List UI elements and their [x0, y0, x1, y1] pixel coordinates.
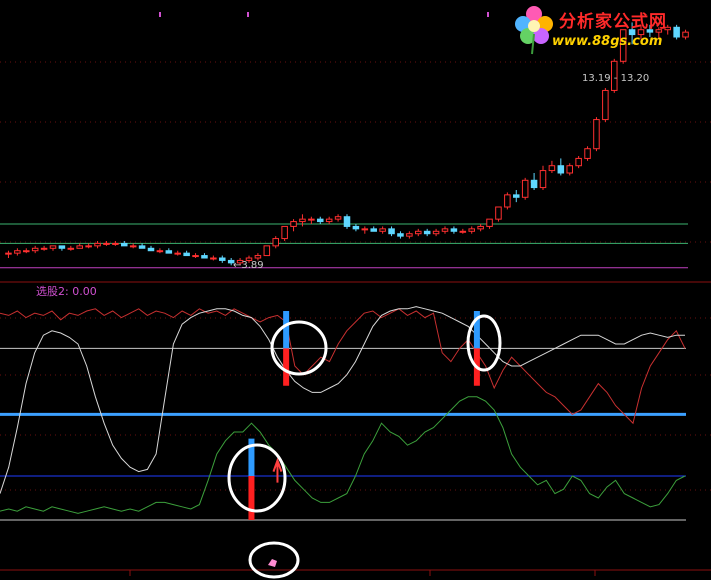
candle-body: [352, 225, 360, 230]
candle-body: [219, 257, 226, 261]
candle-body: [165, 250, 173, 254]
candle-body: [58, 245, 66, 249]
candle-body: [40, 247, 48, 250]
candle-body: [521, 179, 529, 198]
candle-body: [370, 228, 377, 232]
candle-body: [5, 252, 12, 255]
candle-body: [602, 89, 609, 121]
candle-body: [23, 250, 30, 253]
candle-body: [31, 247, 39, 252]
flower-icon: [515, 6, 553, 55]
candle-body: [112, 242, 119, 245]
candle-body: [486, 218, 493, 227]
pink-gem-icon: [268, 559, 277, 567]
candle-body: [513, 194, 520, 198]
candle-body: [299, 218, 306, 223]
candle-body: [281, 225, 288, 240]
candle-body: [361, 228, 369, 231]
watermark-name: 分析家公式网: [559, 12, 667, 32]
candle-body: [85, 245, 92, 248]
candle-body: [593, 119, 600, 150]
candle-body: [406, 233, 413, 237]
candle-body: [415, 230, 422, 235]
candle-body: [94, 242, 101, 247]
candle-body: [450, 228, 458, 232]
candle-body: [192, 255, 199, 258]
candle-body: [210, 257, 217, 260]
candle-body: [548, 165, 556, 172]
candle-body: [201, 255, 208, 259]
candle-body: [325, 218, 333, 223]
candle-body: [263, 245, 271, 257]
indicator-panel: [0, 306, 686, 521]
candle-body: [156, 250, 164, 253]
candle-body: [495, 206, 502, 220]
candle-body: [504, 194, 511, 208]
candle-body: [272, 238, 279, 247]
time-range-label: 13.19 - 13.20: [582, 73, 650, 84]
indicator-title: 选股2: 0.00: [36, 285, 97, 298]
candle-body: [334, 216, 342, 220]
candle-body: [147, 247, 155, 252]
candle-body: [539, 170, 547, 189]
candle-body: [388, 228, 395, 235]
candle-body: [67, 247, 75, 250]
candle-body: [174, 252, 181, 255]
candle-body: [290, 221, 297, 227]
up-arrow-icon: [272, 457, 283, 483]
candle-body: [397, 233, 404, 237]
low-price-label: ←3.89: [233, 260, 264, 271]
candle-body: [308, 218, 315, 221]
candle-body: [317, 218, 324, 223]
candle-body: [459, 230, 467, 233]
candle-body: [343, 216, 351, 227]
low-price-value: 3.89: [241, 260, 264, 271]
watermark-url: www.88gs.com: [552, 34, 663, 49]
candle-body: [379, 228, 386, 232]
candle-body: [138, 245, 146, 249]
candle-body: [423, 230, 431, 235]
candle-body: [103, 242, 110, 245]
candle-body: [441, 228, 449, 232]
indicator-series-line: [0, 308, 686, 425]
candle-body: [76, 245, 83, 249]
candle-body: [254, 255, 262, 259]
candle-body: [477, 225, 484, 230]
price-panel: [0, 22, 689, 269]
candle-body: [432, 230, 440, 235]
candle-body: [183, 252, 190, 257]
candle-body: [14, 250, 21, 254]
candle-body: [121, 242, 128, 247]
candle-body: [566, 165, 573, 174]
candle-body: [49, 245, 57, 249]
chart-canvas: [0, 12, 711, 579]
candle-body: [468, 228, 475, 232]
candle-body: [129, 245, 137, 248]
candle-body: [575, 157, 582, 167]
indicator-series-line: [0, 306, 685, 494]
watermark-logo: 分析家公式网 www.88gs.com: [512, 4, 708, 56]
candle-body: [557, 165, 565, 174]
candle-body: [584, 148, 591, 159]
candle-body: [530, 179, 538, 189]
